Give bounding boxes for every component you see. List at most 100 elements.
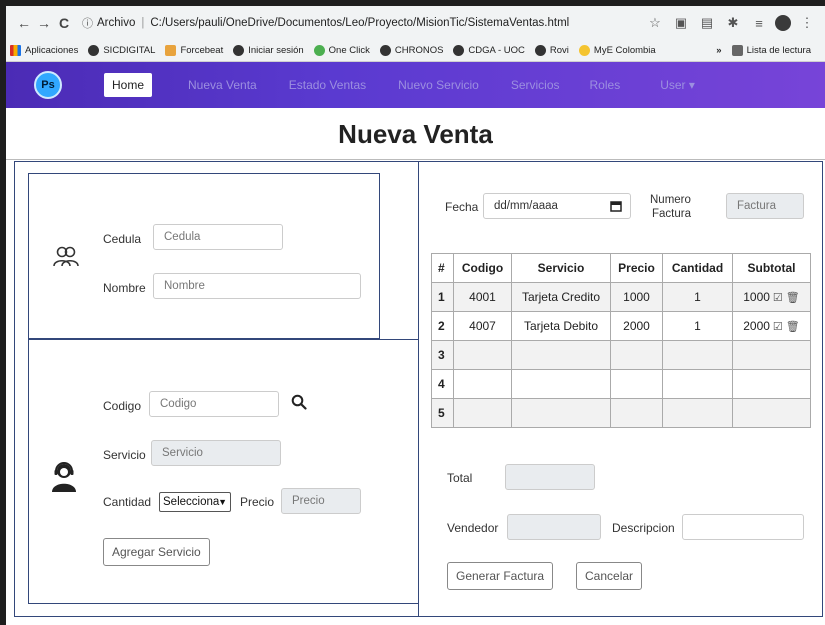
playlist-icon[interactable]: ≡ xyxy=(749,16,769,31)
col-precio: Precio xyxy=(610,253,663,283)
nav-user-dropdown[interactable]: User ▾ xyxy=(660,72,695,98)
table-row: 5 xyxy=(431,398,811,428)
bookmark-forcebeat[interactable]: Forcebeat xyxy=(165,45,223,56)
calendar-icon[interactable] xyxy=(610,200,622,212)
client-panel: Cedula Cedula Nombre Nombre xyxy=(28,173,380,339)
fecha-label: Fecha xyxy=(445,200,479,214)
rovi-icon xyxy=(534,45,546,56)
edit-icon[interactable]: ☑ xyxy=(773,321,783,333)
numero-factura-label: Numero Factura xyxy=(650,194,691,220)
table-row: 3 xyxy=(431,340,811,370)
fecha-input[interactable]: dd/mm/aaaa xyxy=(483,193,631,219)
table-header-row: # Codigo Servicio Precio Cantidad Subtot… xyxy=(431,253,811,283)
app-logo[interactable]: Ps xyxy=(34,71,62,99)
bookmark-one-click[interactable]: One Click xyxy=(313,45,370,56)
menu-icon[interactable]: ⋮ xyxy=(797,15,817,31)
cantidad-select[interactable]: Selecciona ▼ xyxy=(159,492,231,512)
users-icon xyxy=(53,246,79,267)
servicio-input: Servicio xyxy=(151,440,281,466)
nombre-label: Nombre xyxy=(103,281,146,295)
bookmarks-bar: Aplicaciones SICDIGITAL Forcebeat Inicia… xyxy=(6,40,825,62)
globe-icon xyxy=(379,45,391,56)
trash-icon[interactable]: 🗑 xyxy=(786,292,800,304)
nav-roles[interactable]: Roles xyxy=(590,72,621,98)
app-navbar: Ps Home Nueva Venta Estado Ventas Nuevo … xyxy=(6,62,825,108)
codigo-label: Codigo xyxy=(103,399,142,413)
col-number: # xyxy=(431,253,454,283)
nav-servicios[interactable]: Servicios xyxy=(511,72,560,98)
nombre-input[interactable]: Nombre xyxy=(153,273,361,299)
profile-icon[interactable] xyxy=(775,15,791,31)
service-panel: Codigo Codigo Servicio Servicio Cantidad… xyxy=(28,339,419,604)
items-table: # Codigo Servicio Precio Cantidad Subtot… xyxy=(431,253,811,428)
cantidad-label: Cantidad xyxy=(103,495,152,509)
nav-nuevo-servicio[interactable]: Nuevo Servicio xyxy=(398,72,479,98)
nav-home[interactable]: Home xyxy=(104,73,153,97)
bookmark-rovi[interactable]: Rovi xyxy=(534,45,569,56)
nav-estado-ventas[interactable]: Estado Ventas xyxy=(289,72,366,98)
extension-icon[interactable]: ▤ xyxy=(697,15,717,31)
generate-invoice-button[interactable]: Generar Factura xyxy=(447,562,554,590)
globe-icon xyxy=(453,45,465,56)
url-field[interactable]: ⓘ Archivo | C:/Users/pauli/OneDrive/Docu… xyxy=(82,11,639,35)
url-text: C:/Users/pauli/OneDrive/Documentos/Leo/P… xyxy=(150,17,570,29)
trash-icon[interactable]: 🗑 xyxy=(786,321,800,333)
bookmark-iniciar-sesion[interactable]: Iniciar sesión xyxy=(233,45,304,56)
reading-list-icon xyxy=(731,45,743,56)
nav-nueva-venta[interactable]: Nueva Venta xyxy=(188,72,257,98)
browser-window: ← → C ⓘ Archivo | C:/Users/pauli/OneDriv… xyxy=(6,6,825,625)
bookmark-apps[interactable]: Aplicaciones xyxy=(10,45,78,56)
add-service-button[interactable]: Agregar Servicio xyxy=(103,538,210,566)
forcebeat-icon xyxy=(165,45,177,56)
cedula-label: Cedula xyxy=(103,232,142,246)
forward-icon[interactable]: → xyxy=(34,15,54,31)
reload-icon[interactable]: C xyxy=(54,15,74,31)
star-icon[interactable]: ☆ xyxy=(645,15,665,31)
vendedor-label: Vendedor xyxy=(447,521,499,535)
reading-list[interactable]: Lista de lectura xyxy=(731,45,811,56)
info-icon[interactable]: ⓘ xyxy=(82,15,93,31)
bookmarks-overflow[interactable]: » xyxy=(716,45,721,56)
cancel-button[interactable]: Cancelar xyxy=(576,562,643,590)
col-codigo: Codigo xyxy=(453,253,512,283)
total-input xyxy=(505,464,595,490)
bookmark-chronos[interactable]: CHRONOS xyxy=(379,45,443,56)
reading-icon[interactable]: ▣ xyxy=(671,15,691,31)
bookmark-mye[interactable]: MyE Colombia xyxy=(578,45,656,56)
descripcion-input[interactable] xyxy=(682,514,804,540)
pin-icon[interactable]: ✱ xyxy=(723,15,743,31)
back-icon[interactable]: ← xyxy=(14,15,34,31)
page-title: Nueva Venta xyxy=(6,108,825,160)
total-label: Total xyxy=(447,471,473,485)
col-cantidad: Cantidad xyxy=(662,253,733,283)
edit-icon[interactable]: ☑ xyxy=(773,292,783,304)
precio-label: Precio xyxy=(240,495,275,509)
fecha-placeholder: dd/mm/aaaa xyxy=(494,200,558,212)
chevron-down-icon: ▼ xyxy=(218,497,227,507)
codigo-input[interactable]: Codigo xyxy=(149,391,279,417)
oneclick-icon xyxy=(313,45,325,56)
bulb-icon xyxy=(578,45,590,56)
servicio-label: Servicio xyxy=(103,448,146,462)
bookmark-cdga[interactable]: CDGA - UOC xyxy=(453,45,525,56)
descripcion-label: Descripcion xyxy=(612,521,675,535)
precio-input: Precio xyxy=(281,488,361,514)
invoice-panel: Fecha dd/mm/aaaa Numero Factura Factura … xyxy=(418,161,823,617)
table-row: 4 xyxy=(431,369,811,399)
url-scheme-label: Archivo xyxy=(97,17,136,29)
apps-icon xyxy=(10,45,21,56)
bookmark-sicdigital[interactable]: SICDIGITAL xyxy=(88,45,155,56)
globe-icon xyxy=(88,45,100,56)
col-subtotal: Subtotal xyxy=(732,253,811,283)
table-row: 2 4007 Tarjeta Debito 2000 1 2000 ☑ 🗑 xyxy=(431,311,811,341)
cedula-input[interactable]: Cedula xyxy=(153,224,283,250)
table-row: 1 4001 Tarjeta Credito 1000 1 1000 ☑ 🗑 xyxy=(431,282,811,312)
headset-user-icon xyxy=(52,462,76,492)
factura-input: Factura xyxy=(726,193,804,219)
globe-icon xyxy=(233,45,245,56)
cantidad-selected-value: Selecciona xyxy=(163,496,220,508)
search-icon[interactable] xyxy=(291,394,307,410)
vendedor-input xyxy=(507,514,601,540)
address-bar: ← → C ⓘ Archivo | C:/Users/pauli/OneDriv… xyxy=(6,6,825,40)
col-servicio: Servicio xyxy=(511,253,611,283)
